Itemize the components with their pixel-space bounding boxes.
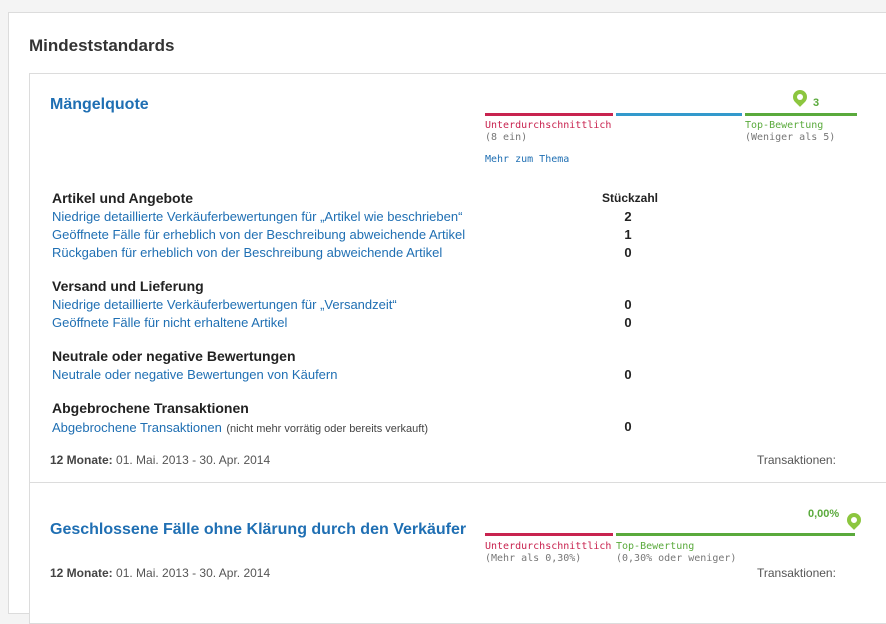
metric-row-link[interactable]: Niedrige detaillierte Verkäuferbewertung… — [52, 297, 397, 312]
period-value: 01. Mai. 2013 - 30. Apr. 2014 — [116, 453, 271, 467]
section-heading: Abgebrochene Transaktionen — [52, 400, 249, 416]
mangelquote-card: Mängelquote 3 Unterdurchschnittlich (8 e… — [29, 73, 886, 484]
metric-row-link[interactable]: Geöffnete Fälle für nicht erhaltene Arti… — [52, 315, 287, 330]
rating-top-sub: (0,30% oder weniger) — [616, 553, 737, 564]
geschlossene-faelle-card: Geschlossene Fälle ohne Klärung durch de… — [29, 482, 886, 624]
rating-top-label: Top-Bewertung — [616, 541, 695, 552]
metric-row-value: 0 — [624, 297, 632, 312]
rating-marker-value: 0,00% — [808, 508, 840, 520]
metric-row-link[interactable]: Geöffnete Fälle für erheblich von der Be… — [52, 227, 465, 242]
metric-row-link[interactable]: Rückgaben für erheblich von der Beschrei… — [52, 245, 442, 260]
rating-bar-top — [745, 113, 857, 116]
rating-marker-value: 3 — [813, 97, 820, 109]
rating-bar-top — [616, 533, 855, 536]
column-header-quantity: Stückzahl — [602, 191, 659, 205]
period-label: 12 Monate: — [50, 566, 113, 580]
metric-row: Abgebrochene Transaktionen (nicht mehr v… — [52, 419, 428, 437]
page-title: Mindeststandards — [29, 36, 175, 55]
rating-low-label: Unterdurchschnittlich — [485, 541, 612, 552]
section-heading: Versand und Lieferung — [52, 278, 204, 294]
rating-top-label: Top-Bewertung — [745, 120, 824, 131]
transactions-label: Transaktionen: — [757, 453, 836, 467]
metric-row-value: 2 — [624, 209, 632, 224]
mangelquote-title-link[interactable]: Mängelquote — [50, 96, 149, 114]
metric-row-link[interactable]: Abgebrochene Transaktionen — [52, 420, 222, 435]
more-info-link[interactable]: Mehr zum Thema — [485, 154, 569, 165]
period-info: 12 Monate: 01. Mai. 2013 - 30. Apr. 2014 — [50, 453, 270, 467]
metric-row-value: 0 — [624, 245, 632, 260]
metric-row-link[interactable]: Neutrale oder negative Bewertungen von K… — [52, 367, 337, 382]
metric-row-link[interactable]: Niedrige detaillierte Verkäuferbewertung… — [52, 209, 462, 224]
metric-row-value: 1 — [624, 227, 632, 242]
period-value: 01. Mai. 2013 - 30. Apr. 2014 — [116, 566, 271, 580]
rating-top-sub: (Weniger als 5) — [745, 132, 836, 143]
rating-bar-mid — [616, 113, 742, 116]
period-label: 12 Monate: — [50, 453, 113, 467]
mindeststandards-panel: Mindeststandards Mängelquote 3 Unterdurc… — [8, 12, 886, 624]
metric-row-value: 0 — [624, 419, 632, 434]
section-heading: Neutrale oder negative Bewertungen — [52, 348, 296, 364]
section-heading: Artikel und Angebote — [52, 190, 194, 206]
transactions-label: Transaktionen: — [757, 566, 836, 580]
metric-row-value: 0 — [624, 367, 632, 382]
rating-bar-low — [485, 113, 613, 116]
rating-low-sub: (Mehr als 0,30%) — [485, 553, 582, 564]
rating-marker-icon — [790, 87, 810, 107]
rating-bar-low — [485, 533, 613, 536]
rating-low-label: Unterdurchschnittlich — [485, 120, 612, 131]
geschlossene-title-link[interactable]: Geschlossene Fälle ohne Klärung durch de… — [50, 521, 466, 539]
period-info: 12 Monate: 01. Mai. 2013 - 30. Apr. 2014 — [50, 566, 270, 580]
metric-row-note: (nicht mehr vorrätig oder bereits verkau… — [226, 423, 429, 435]
metric-row-value: 0 — [624, 315, 632, 330]
rating-marker-icon — [844, 510, 864, 530]
rating-low-sub: (8 ein) — [485, 132, 528, 143]
